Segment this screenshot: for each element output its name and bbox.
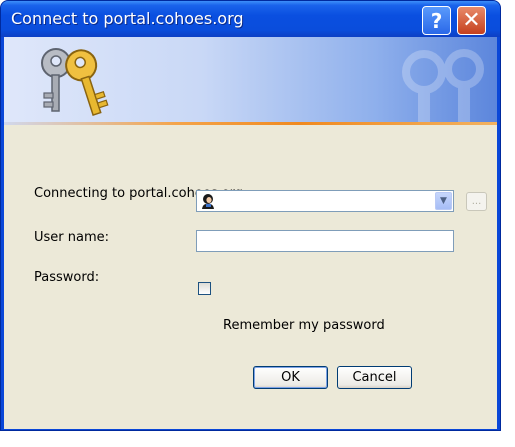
- cancel-button-label: Cancel: [352, 370, 397, 385]
- chevron-down-icon: ▼: [440, 196, 447, 206]
- close-icon: ✕: [462, 8, 481, 33]
- header-banner: [4, 37, 497, 125]
- password-field[interactable]: [196, 230, 454, 252]
- ellipsis-icon: ...: [471, 196, 482, 207]
- help-icon: ?: [430, 8, 443, 33]
- browse-credentials-button[interactable]: ...: [466, 192, 487, 211]
- remember-password-label[interactable]: Remember my password: [223, 318, 385, 333]
- keys-icon: [41, 48, 109, 116]
- title-bar[interactable]: Connect to portal.cohoes.org ? ✕: [1, 1, 500, 37]
- help-button[interactable]: ?: [422, 6, 451, 35]
- username-dropdown-button[interactable]: ▼: [435, 192, 452, 210]
- banner-accent-line: [4, 122, 497, 125]
- ok-button[interactable]: OK: [253, 366, 328, 389]
- cancel-button[interactable]: Cancel: [337, 366, 412, 389]
- keys-watermark-icon: [402, 49, 484, 125]
- password-label: Password:: [34, 270, 100, 285]
- user-icon: [202, 194, 214, 209]
- username-label: User name:: [34, 230, 110, 245]
- login-dialog-window: Connect to portal.cohoes.org ? ✕ Connect…: [0, 0, 501, 431]
- ok-button-label: OK: [281, 370, 300, 385]
- username-combobox[interactable]: ▼: [196, 190, 454, 212]
- window-title: Connect to portal.cohoes.org: [11, 9, 244, 28]
- remember-password-checkbox[interactable]: [198, 282, 211, 295]
- close-button[interactable]: ✕: [457, 6, 486, 35]
